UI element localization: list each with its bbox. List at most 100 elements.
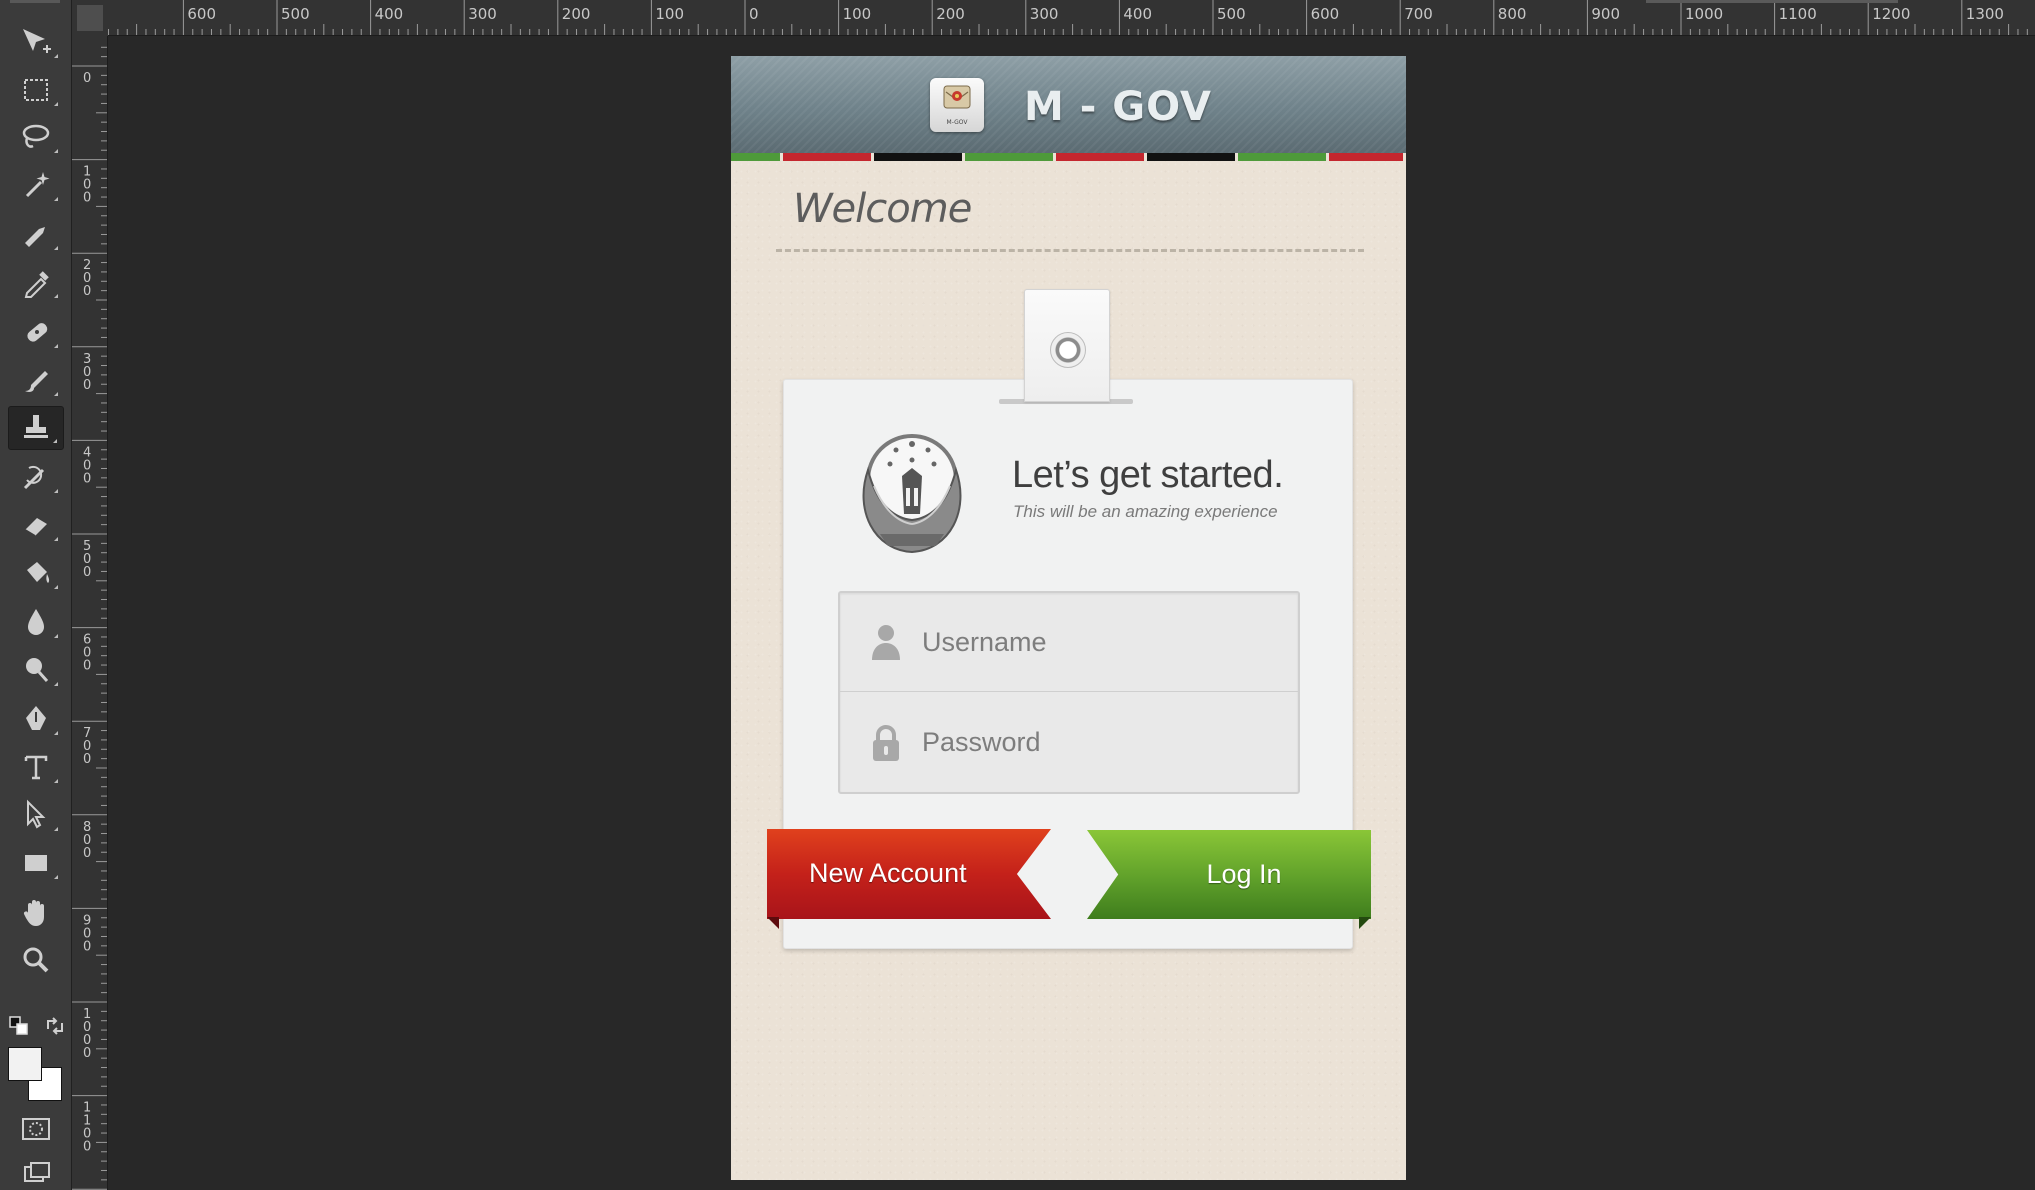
flag-stripe-black [874,153,965,161]
username-input[interactable] [922,621,1262,663]
new-account-label: New Account [809,858,967,888]
zoom-icon [23,947,49,973]
ruler-scroll-indicator [1646,0,1898,3]
app-title: M - GOV [1024,84,1212,130]
flag-stripe-bar [731,153,1406,161]
ring-icon [1050,332,1086,368]
type-icon [24,755,48,780]
eagle-emblem-icon [862,434,962,554]
tools-panel [0,0,72,1190]
eraser-tool[interactable] [8,503,64,547]
clone-stamp-tool[interactable] [8,406,64,450]
lock-icon [873,724,899,761]
ruler-label: 0 [83,471,91,486]
stamp-icon [24,415,48,438]
ruler-label: 0 [83,752,91,767]
flag-stripe-red [783,153,874,161]
ruler-label: 0 [83,191,91,206]
pen-icon [26,706,46,730]
login-button[interactable]: Log In [1087,830,1371,929]
user-icon [872,625,900,660]
ruler-label: 0 [83,1046,91,1061]
dodge-icon [26,658,49,682]
marquee-tool[interactable] [8,68,64,112]
app-header: M-GOV M - GOV [731,56,1406,153]
eyedropper-tool[interactable] [8,260,64,304]
paint-bucket-tool[interactable] [8,551,64,595]
ruler-label: 600 [1311,5,1340,23]
ruler-label: 1300 [1966,5,2004,23]
blur-tool[interactable] [8,600,64,644]
arrow-icon [27,799,46,829]
flag-stripe-red [1056,153,1147,161]
lasso-tool[interactable] [8,115,64,159]
hand-icon [23,900,44,926]
rectangle-tool[interactable] [8,841,64,885]
ruler-label: 600 [187,5,216,23]
login-label: Log In [1206,859,1282,889]
color-swatches [6,1015,66,1105]
ruler-label: 0 [83,1140,91,1155]
ruler-label: 0 [83,565,91,580]
ruler-label: 0 [749,5,759,23]
ruler-label: 0 [83,659,91,674]
ruler-label: 700 [1404,5,1433,23]
ruler-label: 1000 [1685,5,1723,23]
logo-caption: M-GOV [946,119,968,126]
get-started-heading: Let’s get started. [1012,454,1284,496]
screen-mode-tool[interactable] [8,1152,64,1190]
healing-brush-tool[interactable] [8,310,64,354]
hand-tool[interactable] [8,890,64,934]
document-canvas[interactable]: M-GOV M - GOV Welcome Let’s get started.… [731,56,1406,1180]
ruler-label: 1100 [1779,5,1817,23]
drop-icon [28,609,44,635]
path-selection-tool[interactable] [8,793,64,837]
get-started-subtitle: This will be an amazing experience [1013,502,1278,521]
zoom-tool[interactable] [8,938,64,982]
swap-colors-icon[interactable] [44,1015,66,1037]
brush-icon [25,371,48,392]
brush-tool[interactable] [8,358,64,402]
ruler-label: 300 [468,5,497,23]
ruler-label: 400 [375,5,404,23]
username-row [840,593,1298,692]
eraser-icon [24,518,47,537]
new-account-button[interactable]: New Account [767,829,1051,929]
ruler-label: 1200 [1872,5,1910,23]
ruler-label: 200 [562,5,591,23]
vertical-ruler[interactable]: 010020030040050060070080090010001100 [72,36,108,1190]
bandage-icon [27,323,48,342]
ruler-label: 0 [83,846,91,861]
horizontal-ruler[interactable]: 600 500 400 300 200 100 0 100 200 300 400 500 600 700… [108,0,2035,36]
move-tool[interactable] [8,20,64,64]
dodge-tool[interactable] [8,648,64,692]
ruler-label: 100 [843,5,872,23]
flag-stripe-green [965,153,1056,161]
password-row [840,693,1298,792]
foreground-color-swatch[interactable] [8,1047,42,1081]
ruler-label: 500 [1217,5,1246,23]
ruler-label: 0 [83,284,91,299]
bucket-icon [27,562,50,583]
password-input[interactable] [922,721,1262,763]
magic-wand-tool[interactable] [8,163,64,207]
rectangle-icon [25,855,47,871]
flag-stripe-green [1238,153,1329,161]
crop-icon [25,227,45,247]
quick-mask-tool[interactable] [8,1107,64,1151]
ruler-label: 200 [936,5,965,23]
move-icon [23,29,51,53]
pen-tool[interactable] [8,697,64,741]
crop-tool[interactable] [8,212,64,256]
history-brush-icon [23,465,45,490]
default-colors-icon[interactable] [8,1015,30,1037]
dashed-divider [776,249,1364,252]
type-tool[interactable] [8,745,64,789]
welcome-heading: Welcome [793,186,972,232]
login-form [838,591,1300,794]
rect-marquee-icon [24,79,48,101]
history-brush-tool[interactable] [8,455,64,499]
panel-grip[interactable] [10,0,60,3]
magic-wand-icon [25,172,50,198]
ruler-origin[interactable] [72,0,108,36]
